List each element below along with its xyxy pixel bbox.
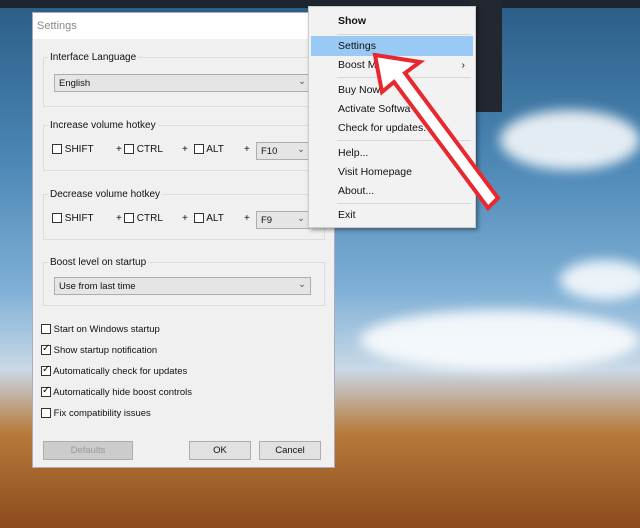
red-arrow-annotation: [372, 52, 501, 212]
